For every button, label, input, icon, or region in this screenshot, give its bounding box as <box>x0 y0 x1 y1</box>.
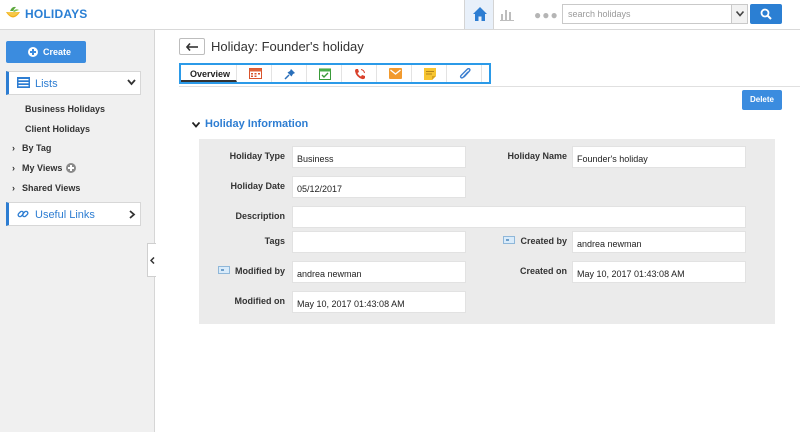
tags-field[interactable] <box>292 231 466 253</box>
tree-item-label: Shared Views <box>22 183 81 193</box>
created-on-field[interactable]: May 10, 2017 01:43:08 AM <box>572 261 746 283</box>
create-button[interactable]: Create <box>6 41 86 63</box>
tree-item-shared-views[interactable]: › Shared Views <box>12 183 80 193</box>
search-box <box>562 4 748 24</box>
top-bar: HOLIDAYS ●●● <box>0 0 800 30</box>
search-input[interactable] <box>563 5 731 23</box>
chevron-down-icon <box>127 79 136 86</box>
bar-chart-icon[interactable] <box>500 8 514 21</box>
home-icon <box>473 7 487 21</box>
record-tabs: Overview <box>179 63 491 84</box>
tree-item-my-views[interactable]: › My Views <box>12 163 77 173</box>
arrow-left-icon <box>186 43 198 51</box>
contact-card-icon <box>503 236 516 244</box>
calendar-icon <box>249 68 262 79</box>
create-button-label: Create <box>43 47 72 57</box>
modified-by-label: Modified by <box>218 266 285 276</box>
created-by-label-text: Created by <box>520 236 567 246</box>
link-icon <box>17 210 29 218</box>
holiday-name-field[interactable]: Founder's holiday <box>572 146 746 168</box>
chevron-right-icon: › <box>12 163 15 173</box>
search-button[interactable] <box>750 4 782 24</box>
holiday-info-panel: Holiday Type Business Holiday Name Found… <box>199 139 775 324</box>
contact-card-icon <box>218 266 230 274</box>
app-logo-icon <box>6 6 20 18</box>
tabs-divider <box>179 86 800 87</box>
back-button[interactable] <box>179 38 205 55</box>
sidebar: Create Lists Business Holidays Client Ho… <box>0 30 155 432</box>
attachment-icon <box>459 68 471 79</box>
tree-item-by-tag[interactable]: › By Tag <box>12 143 51 153</box>
tree-item-label: My Views <box>22 163 63 173</box>
list-icon <box>17 77 30 88</box>
list-item-client-holidays[interactable]: Client Holidays <box>25 124 90 134</box>
search-icon <box>760 8 772 20</box>
chevron-right-icon: › <box>12 143 15 153</box>
modified-on-label: Modified on <box>234 296 286 306</box>
holiday-type-field[interactable]: Business <box>292 146 466 168</box>
section-title: Holiday Information <box>205 118 309 130</box>
chevron-down-icon <box>192 122 200 128</box>
modified-on-field[interactable]: May 10, 2017 01:43:08 AM <box>292 291 466 313</box>
tab-emails[interactable] <box>378 65 412 82</box>
tab-pin[interactable] <box>273 65 307 82</box>
lists-panel-label: Lists <box>35 78 58 90</box>
created-on-label: Created on <box>519 266 567 276</box>
description-field[interactable] <box>292 206 746 228</box>
useful-links-label: Useful Links <box>35 209 95 221</box>
holiday-type-label: Holiday Type <box>229 151 285 161</box>
tags-label: Tags <box>264 236 285 246</box>
task-icon <box>319 68 331 80</box>
search-dropdown-toggle[interactable] <box>731 5 747 23</box>
tree-item-label: By Tag <box>22 143 52 153</box>
tab-calls[interactable] <box>343 65 377 82</box>
delete-button[interactable]: Delete <box>742 90 782 110</box>
created-by-label: Created by <box>503 236 567 246</box>
chevron-down-icon <box>736 11 744 17</box>
tab-overview-label: Overview <box>190 69 231 79</box>
tab-attachments[interactable] <box>448 65 482 82</box>
lists-panel[interactable]: Lists <box>6 71 141 95</box>
add-view-icon[interactable] <box>66 163 77 173</box>
holiday-date-field[interactable]: 05/12/2017 <box>292 176 466 198</box>
chevron-right-icon <box>129 210 136 219</box>
holiday-name-label: Holiday Name <box>507 151 567 161</box>
email-icon <box>389 68 402 79</box>
modified-by-label-text: Modified by <box>235 266 285 276</box>
description-label: Description <box>235 211 285 221</box>
useful-links-panel[interactable]: Useful Links <box>6 202 141 226</box>
sidebar-collapse-handle[interactable] <box>147 243 156 277</box>
more-icon[interactable]: ●●● <box>534 8 559 22</box>
holiday-date-label: Holiday Date <box>230 181 285 191</box>
plus-circle-icon <box>28 47 38 57</box>
chevron-right-icon: › <box>12 183 15 193</box>
app-title[interactable]: HOLIDAYS <box>25 7 88 21</box>
page-title: Holiday: Founder's holiday <box>211 39 364 54</box>
note-icon <box>424 68 436 80</box>
list-item-business-holidays[interactable]: Business Holidays <box>25 104 105 114</box>
tab-tasks[interactable] <box>308 65 342 82</box>
phone-icon <box>355 69 365 80</box>
tab-calendar[interactable] <box>238 65 272 82</box>
created-by-field[interactable]: andrea newman <box>572 231 746 253</box>
tab-notes[interactable] <box>413 65 447 82</box>
home-tab[interactable] <box>464 0 494 29</box>
pin-icon <box>284 69 295 80</box>
chevron-left-icon <box>150 257 155 264</box>
tab-overview[interactable]: Overview <box>181 65 237 82</box>
modified-by-field[interactable]: andrea newman <box>292 261 466 283</box>
